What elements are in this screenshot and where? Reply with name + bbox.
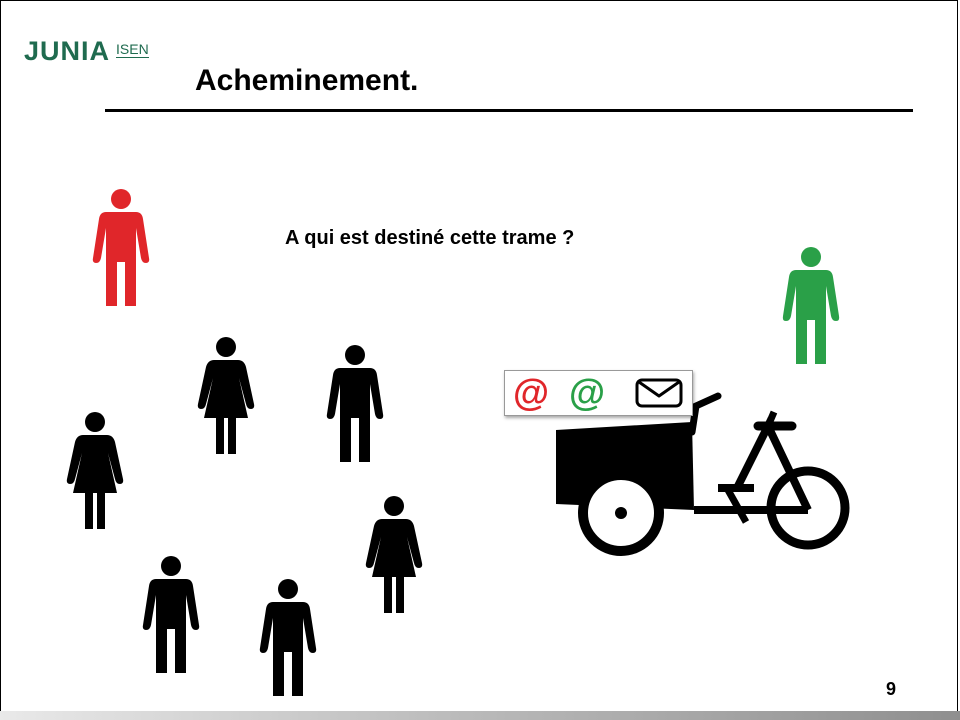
man-person-icon: [258, 578, 318, 698]
footer-gradient-bar: [0, 711, 960, 720]
woman-person-icon: [196, 336, 256, 456]
question-text: A qui est destiné cette trame ?: [285, 227, 575, 249]
logo-isen-text: ISEN: [116, 41, 149, 58]
woman-person-icon: [65, 411, 125, 531]
envelope-icon: [635, 378, 683, 408]
page-number: 9: [886, 679, 897, 699]
receiver-person-icon: [781, 246, 841, 366]
sender-figure: [93, 189, 149, 306]
junia-isen-logo: JUNIA ISEN: [24, 38, 149, 65]
title-underline: [105, 109, 913, 112]
source-address-at: @: [513, 372, 550, 413]
man-person-icon: [141, 555, 201, 675]
logo-junia-text: JUNIA: [24, 36, 111, 66]
frame-packet: @ @: [504, 370, 693, 416]
cargo-bike-icon: [556, 392, 850, 556]
destination-address-at: @: [569, 372, 606, 413]
slide-title: Acheminement.: [195, 64, 419, 97]
man-person-icon: [325, 344, 385, 464]
receiver-figure: [783, 247, 839, 364]
woman-person-icon: [364, 495, 424, 615]
sender-person-icon: [91, 188, 151, 308]
